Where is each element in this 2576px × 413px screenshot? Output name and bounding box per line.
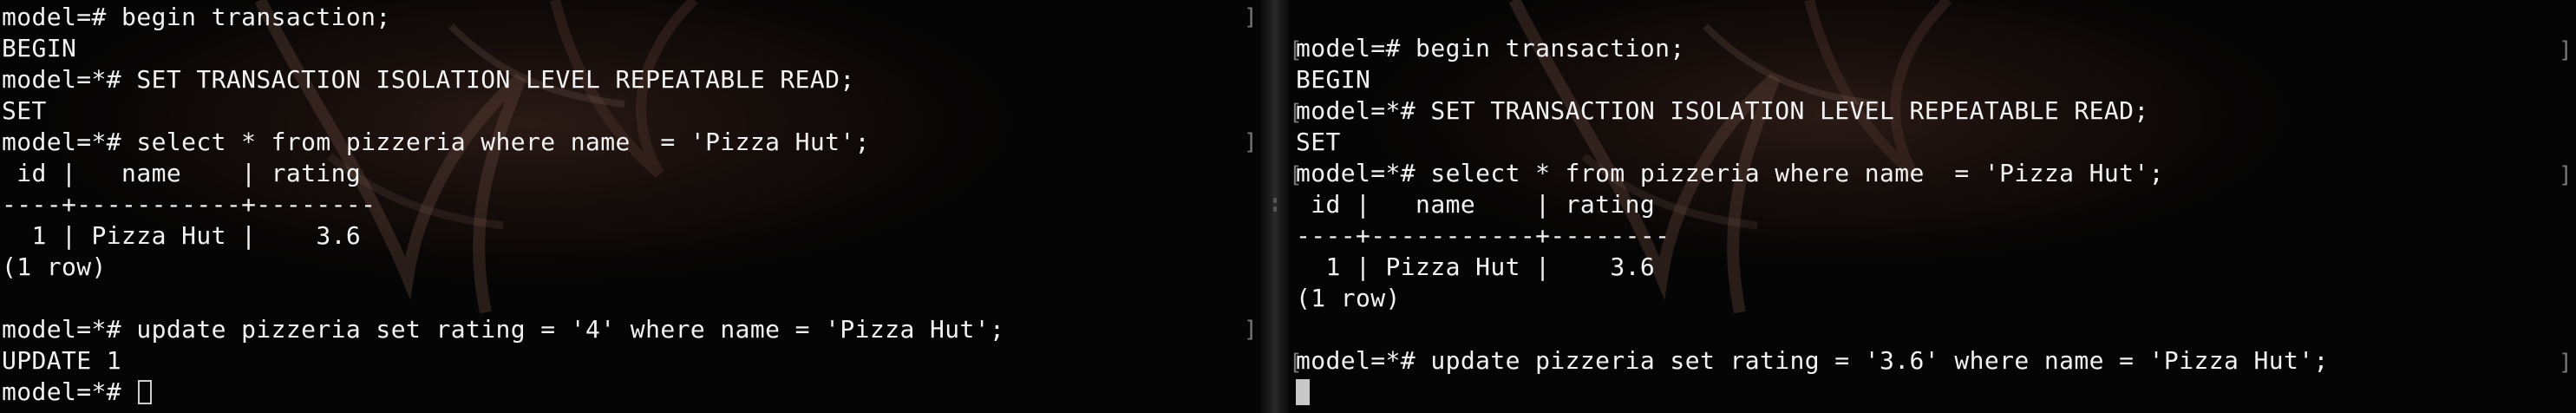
line-marker-icon: ] [2559, 162, 2573, 188]
result-table-row: 1 | Pizza Hut | 3.6 [1296, 252, 1656, 281]
terminal-line: model=*# select * from pizzeria where na… [2, 128, 870, 156]
result-table-row: 1 | Pizza Hut | 3.6 [2, 221, 362, 250]
terminal-pane-left[interactable]: model=# begin transaction; BEGIN model=*… [0, 0, 1261, 413]
row-count: (1 row) [2, 252, 107, 281]
divider-grip-icon [1273, 198, 1277, 203]
command-input-line-right[interactable] [1296, 377, 2576, 408]
line-marker-icon: ] [1244, 4, 1258, 30]
terminal-line: model=*# update pizzeria set rating = '3… [1296, 346, 2329, 375]
line-marker-icon: [ [1289, 162, 1303, 188]
result-table-separator: ----+-----------+-------- [1296, 221, 1670, 250]
terminal-output-left: model=# begin transaction; BEGIN model=*… [0, 0, 1261, 413]
line-marker-icon: [ [1289, 37, 1303, 63]
terminal-line: model=*# select * from pizzeria where na… [1296, 159, 2164, 187]
terminal-line: UPDATE 1 [2, 346, 122, 375]
result-table-separator: ----+-----------+-------- [2, 190, 376, 219]
terminal-line: model=*# SET TRANSACTION ISOLATION LEVEL… [2, 65, 855, 94]
command-input-line-left[interactable]: model=*# [2, 377, 1261, 408]
line-marker-icon: [ [1289, 100, 1303, 126]
terminal-line: SET [2, 96, 47, 125]
line-marker-icon: ] [2559, 37, 2573, 63]
result-table-header: id | name | rating [1296, 190, 1656, 219]
result-table-header: id | name | rating [2, 159, 362, 187]
line-marker-icon: ] [1244, 129, 1258, 155]
terminal-line: model=*# update pizzeria set rating = '4… [2, 315, 1005, 344]
terminal-line: SET [1296, 128, 1341, 156]
terminal-line: model=*# SET TRANSACTION ISOLATION LEVEL… [1296, 96, 2149, 125]
terminal-output-right: model=# begin transaction; BEGIN model=*… [1289, 0, 2576, 413]
terminal-line: model=# begin transaction; [2, 3, 391, 31]
line-marker-icon: [ [1289, 350, 1303, 376]
divider-grip-icon [1273, 206, 1277, 212]
line-marker-icon: ] [2559, 350, 2573, 376]
terminal-pane-right[interactable]: model=# begin transaction; BEGIN model=*… [1289, 0, 2576, 413]
terminal-line: BEGIN [2, 34, 77, 62]
solid-block-cursor-icon [1296, 379, 1310, 405]
prompt: model=*# [2, 377, 137, 406]
terminal-line: model=# begin transaction; [1296, 34, 1685, 62]
line-marker-icon: ] [1244, 317, 1258, 343]
pane-divider[interactable] [1261, 0, 1289, 413]
row-count: (1 row) [1296, 284, 1401, 312]
hollow-block-cursor-icon [138, 380, 153, 404]
terminal-line: BEGIN [1296, 65, 1371, 94]
